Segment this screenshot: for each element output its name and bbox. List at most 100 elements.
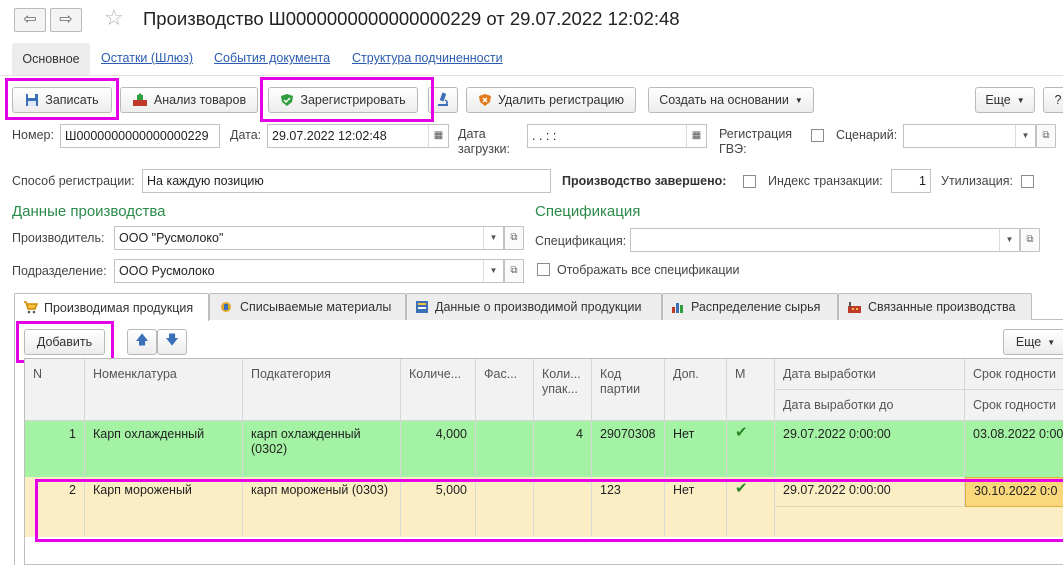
scenario-open-button[interactable]: ⧉ [1036, 124, 1056, 148]
chevron-down-icon: ▼ [1016, 95, 1025, 105]
chevron-down-icon[interactable]: ▼ [1015, 125, 1035, 147]
header-prod-date-to[interactable]: Дата выработки до [775, 390, 965, 421]
producer-open-button[interactable]: ⧉ [504, 226, 524, 250]
division-open-button[interactable]: ⧉ [504, 259, 524, 283]
tab-document-events[interactable]: События документа [214, 51, 330, 65]
specification-open-button[interactable]: ⧉ [1020, 228, 1040, 252]
arrow-up-icon: 🡅 [135, 332, 149, 347]
data-list-icon [416, 301, 428, 313]
chevron-down-icon: ▼ [794, 95, 803, 105]
specification-field[interactable]: ▼ [630, 228, 1020, 252]
window-title: Производство Ш0000000000000000229 от 29.… [143, 8, 680, 29]
arrow-left-icon: ⇦ [23, 11, 37, 28]
table-more-button[interactable]: Еще ▼ [1003, 329, 1063, 355]
header-expiry[interactable]: Срок годности [965, 359, 1063, 390]
header-batch[interactable]: Код партии [592, 359, 665, 421]
analyze-goods-button[interactable]: Анализ товаров [120, 87, 258, 113]
utilization-checkbox[interactable] [1021, 175, 1034, 188]
checkmark-icon: ✔ [727, 421, 775, 477]
open-icon: ⧉ [1026, 234, 1034, 245]
add-button[interactable]: Добавить [24, 329, 105, 355]
header-quantity[interactable]: Количе... [401, 359, 476, 421]
cart-icon [24, 301, 38, 314]
header-subcategory[interactable]: Подкатегория [243, 359, 401, 421]
show-all-spec-label: Отображать все спецификации [557, 263, 740, 277]
producer-label: Производитель: [12, 231, 105, 245]
save-button[interactable]: Записать [12, 87, 112, 113]
header-expiry-to[interactable]: Срок годности [965, 390, 1063, 421]
transaction-field[interactable]: 1 [891, 169, 931, 193]
create-based-on-button[interactable]: Создать на основании ▼ [648, 87, 814, 113]
materials-icon [221, 302, 231, 312]
page-tabs: Производимая продукция Списываемые матер… [14, 293, 1063, 321]
date-label: Дата: [230, 128, 262, 142]
production-section-title: Данные производства [12, 203, 166, 220]
date-field[interactable]: 29.07.2022 12:02:48 ▦ [267, 124, 449, 148]
bar-chart-icon [672, 303, 683, 313]
shield-check-icon [281, 94, 294, 106]
header-packing[interactable]: Фас... [476, 359, 534, 421]
register-button[interactable]: Зарегистрировать [268, 87, 418, 113]
calendar-icon[interactable]: ▦ [428, 125, 448, 147]
tab-related-productions[interactable]: Связанные производства [838, 293, 1032, 320]
gve-checkbox[interactable] [811, 129, 824, 142]
help-button[interactable]: ? [1043, 87, 1063, 113]
scenario-label: Сценарий: [836, 128, 898, 142]
completed-checkbox[interactable] [743, 175, 756, 188]
division-field[interactable]: ООО Русмолоко ▼ [114, 259, 504, 283]
header-m[interactable]: М [727, 359, 775, 421]
tab-divider [0, 75, 1063, 76]
gve-label: Регистрация ГВЭ: [719, 127, 793, 156]
factory-icon [848, 302, 861, 313]
show-all-spec-checkbox[interactable] [537, 263, 550, 276]
header-prod-date[interactable]: Дата выработки [775, 359, 965, 390]
checkmark-icon: ✔ [727, 477, 775, 537]
transaction-label: Индекс транзакции: [768, 174, 883, 188]
load-date-field[interactable]: . . : : ▦ [527, 124, 707, 148]
scenario-field[interactable]: ▼ [903, 124, 1036, 148]
utilization-label: Утилизация: [941, 174, 1013, 188]
open-icon: ⧉ [510, 265, 518, 276]
arrow-right-icon: ⇨ [59, 11, 73, 28]
delete-registration-button[interactable]: Удалить регистрацию [466, 87, 636, 113]
forward-button[interactable]: ⇨ [50, 8, 82, 32]
producer-field[interactable]: ООО "Русмолоко" ▼ [114, 226, 504, 250]
microscope-button[interactable] [428, 87, 458, 113]
tab-panel-border [14, 320, 15, 565]
chevron-down-icon: ▼ [1047, 337, 1056, 347]
back-button[interactable]: ⇦ [14, 8, 46, 32]
method-field[interactable]: На каждую позицию [142, 169, 551, 193]
star-icon[interactable]: ☆ [104, 5, 124, 31]
shield-x-icon [478, 94, 491, 106]
arrow-down-icon: 🡇 [165, 332, 179, 347]
header-pack-qty[interactable]: Коли... упак... [534, 359, 592, 421]
chevron-down-icon[interactable]: ▼ [483, 260, 503, 282]
specification-label: Спецификация: [535, 234, 627, 248]
analysis-icon [132, 93, 147, 106]
number-field[interactable]: Ш0000000000000000229 [60, 124, 220, 148]
tab-produced-goods[interactable]: Производимая продукция [14, 293, 209, 321]
chevron-down-icon[interactable]: ▼ [483, 227, 503, 249]
load-date-label: Дата загрузки: [458, 127, 510, 156]
table-row[interactable]: 2 Карп мороженый карп мороженый (0303) 5… [25, 477, 1063, 537]
specification-section-title: Спецификация [535, 203, 641, 220]
tab-balances[interactable]: Остатки (Шлюз) [101, 51, 193, 65]
tab-produced-goods-data[interactable]: Данные о производимой продукции [406, 293, 662, 320]
floppy-disk-icon [26, 94, 39, 106]
header-extra[interactable]: Доп. [665, 359, 727, 421]
tab-raw-distribution[interactable]: Распределение сырья [662, 293, 838, 320]
tab-main[interactable]: Основное [12, 43, 90, 75]
expiry-cell-selected[interactable]: 30.10.2022 0:0 [965, 477, 1063, 507]
chevron-down-icon[interactable]: ▼ [999, 229, 1019, 251]
header-nomenclature[interactable]: Номенклатура [85, 359, 243, 421]
move-down-button[interactable]: 🡇 [157, 329, 187, 355]
move-up-button[interactable]: 🡅 [127, 329, 157, 355]
header-n[interactable]: N [25, 359, 85, 421]
table-row[interactable]: 1 Карп охлажденный карп охлажденный (030… [25, 421, 1063, 477]
number-label: Номер: [12, 128, 54, 142]
calendar-icon[interactable]: ▦ [686, 125, 706, 147]
tab-subordination[interactable]: Структура подчиненности [352, 51, 503, 65]
method-label: Способ регистрации: [12, 174, 135, 188]
tab-written-off-materials[interactable]: Списываемые материалы [209, 293, 406, 320]
more-button[interactable]: Еще ▼ [975, 87, 1035, 113]
